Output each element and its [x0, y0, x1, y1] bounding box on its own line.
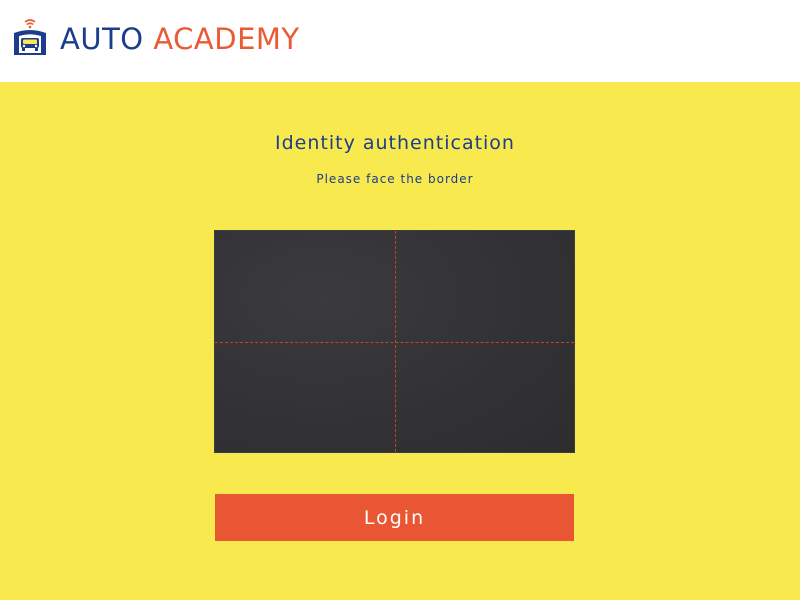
page-title: Identity authentication	[275, 132, 515, 154]
camera-preview	[214, 230, 575, 453]
header-bar: AUTO ACADEMY	[0, 0, 800, 82]
brand-name-academy: ACADEMY	[153, 21, 300, 56]
face-instruction: Please face the border	[316, 172, 474, 186]
brand-name: AUTO ACADEMY	[60, 21, 300, 56]
brand-logo[interactable]: AUTO ACADEMY	[12, 16, 300, 56]
login-button[interactable]: Login	[215, 494, 574, 541]
car-garage-signal-icon	[14, 19, 46, 55]
brand-name-auto: AUTO	[60, 21, 144, 56]
auth-panel: Identity authentication Please face the …	[0, 82, 800, 600]
horizontal-guide-line	[215, 342, 574, 343]
